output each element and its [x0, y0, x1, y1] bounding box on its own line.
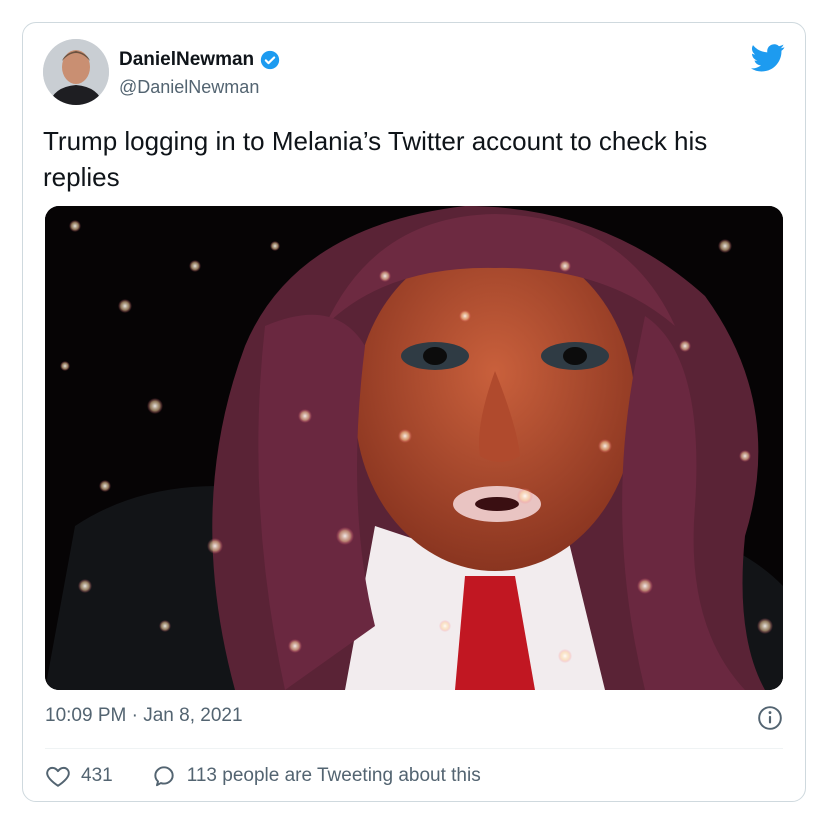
- verified-badge-icon: [260, 50, 280, 70]
- like-button[interactable]: 431: [45, 763, 113, 789]
- author-name-row[interactable]: DanielNewman: [119, 49, 280, 71]
- avatar-image: [43, 39, 109, 105]
- divider: [45, 748, 783, 749]
- tweet-actions: 431 113 people are Tweeting about this: [45, 763, 519, 789]
- tweet-card: DanielNewman @DanielNewman Trump logging…: [22, 22, 806, 802]
- twitter-bird-icon[interactable]: [751, 43, 785, 73]
- author-display-name[interactable]: DanielNewman: [119, 49, 254, 71]
- like-count: 431: [81, 765, 113, 786]
- info-icon[interactable]: [757, 705, 783, 731]
- tweet-text: Trump logging in to Melania’s Twitter ac…: [43, 126, 708, 192]
- tweet-timestamp[interactable]: 10:09 PM · Jan 8, 2021: [45, 705, 243, 727]
- tweet-media-image[interactable]: [45, 206, 783, 690]
- speech-bubble-icon: [154, 766, 174, 787]
- reply-button[interactable]: 113 people are Tweeting about this: [151, 763, 481, 789]
- avatar[interactable]: [43, 39, 109, 105]
- reply-label: 113 people are Tweeting about this: [186, 765, 481, 786]
- heart-icon: [46, 766, 70, 787]
- media-photo: [45, 206, 783, 690]
- author-handle[interactable]: @DanielNewman: [119, 77, 259, 98]
